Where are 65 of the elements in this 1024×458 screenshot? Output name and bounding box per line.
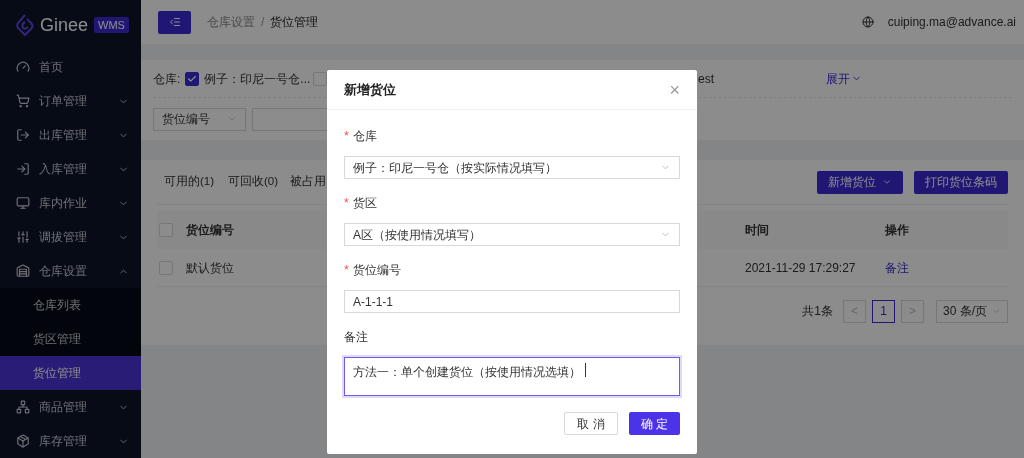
chevron-down-icon [882, 177, 892, 187]
sidebar-item[interactable]: 仓库设置 [0, 254, 141, 288]
dialog-title: 新增货位 [344, 80, 396, 99]
indent-icon [168, 16, 181, 28]
field-label: * 货位编号 [344, 262, 401, 279]
sidebar-item[interactable]: 首页 [0, 50, 141, 84]
warehouse-icon [16, 264, 30, 278]
field-label: * 仓库 [344, 128, 377, 145]
column-header: 操作 [885, 222, 909, 239]
sidebar-item[interactable]: 商品管理 [0, 390, 141, 424]
sidebar-item[interactable]: 库存管理 [0, 424, 141, 458]
field-label: 备注 [344, 329, 368, 346]
menu-toggle-button[interactable] [158, 10, 191, 34]
table-cell: 2021-11-29 17:29:27 [745, 260, 856, 275]
user-email[interactable]: cuiping.ma@advance.ai [887, 13, 1016, 31]
close-button[interactable]: × [669, 80, 680, 99]
total-count: 共1条 [802, 303, 833, 320]
tab[interactable]: 被占用 [290, 175, 326, 188]
search-type-select[interactable]: 货位编号 [153, 107, 246, 131]
login-icon [16, 162, 30, 176]
input-field[interactable]: A-1-1-1 [344, 290, 680, 313]
checkbox[interactable] [185, 71, 200, 86]
sidebar-item[interactable]: 调拔管理 [0, 220, 141, 254]
logo-icon [16, 14, 34, 36]
table-cell: 默认货位 [186, 260, 234, 275]
column-header: 时间 [745, 223, 769, 237]
filter-label: 仓库: [153, 70, 181, 88]
monitor-icon [16, 196, 30, 210]
confirm-button[interactable]: 确 定 [628, 412, 680, 435]
submenu-item[interactable]: 仓库列表 [0, 288, 141, 322]
tab[interactable]: 可回收(0) [228, 175, 279, 188]
check-icon [187, 73, 198, 84]
warehouse-option[interactable]: est [698, 69, 826, 88]
logo-badge: WMS [94, 16, 129, 34]
expand-link[interactable]: 展开 [826, 69, 862, 88]
warehouse-option[interactable]: 例子：印尼一号仓... [204, 69, 311, 88]
cancel-button[interactable]: 取 消 [564, 412, 618, 435]
cart-icon [16, 94, 30, 108]
breadcrumb-separator: / [261, 14, 265, 31]
page-button[interactable]: 1 [872, 299, 895, 323]
select-field[interactable]: 例子：印尼一号仓（按实际情况填写） [344, 156, 680, 179]
sidebar-item[interactable]: 库内作业 [0, 186, 141, 220]
hierarchy-icon [16, 400, 30, 414]
logout-icon [16, 128, 30, 142]
textarea-field[interactable]: 方法一：单个创建货位（按使用情况选填） [344, 357, 680, 396]
select-field[interactable]: A区（按使用情况填写） [344, 223, 680, 246]
sidebar-item[interactable]: 入库管理 [0, 152, 141, 186]
column-header: 货位编号 [186, 223, 234, 237]
chevron-down-icon [227, 114, 237, 124]
note-link[interactable]: 备注 [885, 258, 909, 277]
tab[interactable]: 可用的(1) [164, 175, 215, 188]
action-button[interactable]: 打印货位条码 [914, 170, 1008, 194]
action-button[interactable]: 新增货位 [817, 170, 903, 194]
box-icon [16, 434, 30, 448]
globe-icon[interactable] [861, 16, 874, 28]
page-size-select[interactable]: 30 条/页 [936, 299, 1008, 323]
field-label: * 货区 [344, 195, 377, 212]
sliders-icon [16, 230, 30, 244]
sidebar-item[interactable]: 订单管理 [0, 84, 141, 118]
submenu-item[interactable]: 货区管理 [0, 322, 141, 356]
logo-text: Ginee [40, 13, 89, 37]
submenu-item[interactable]: 货位管理 [0, 356, 141, 390]
gauge-icon [16, 60, 30, 74]
sidebar-item[interactable]: 出库管理 [0, 118, 141, 152]
breadcrumb-item: 货位管理 [270, 14, 319, 31]
